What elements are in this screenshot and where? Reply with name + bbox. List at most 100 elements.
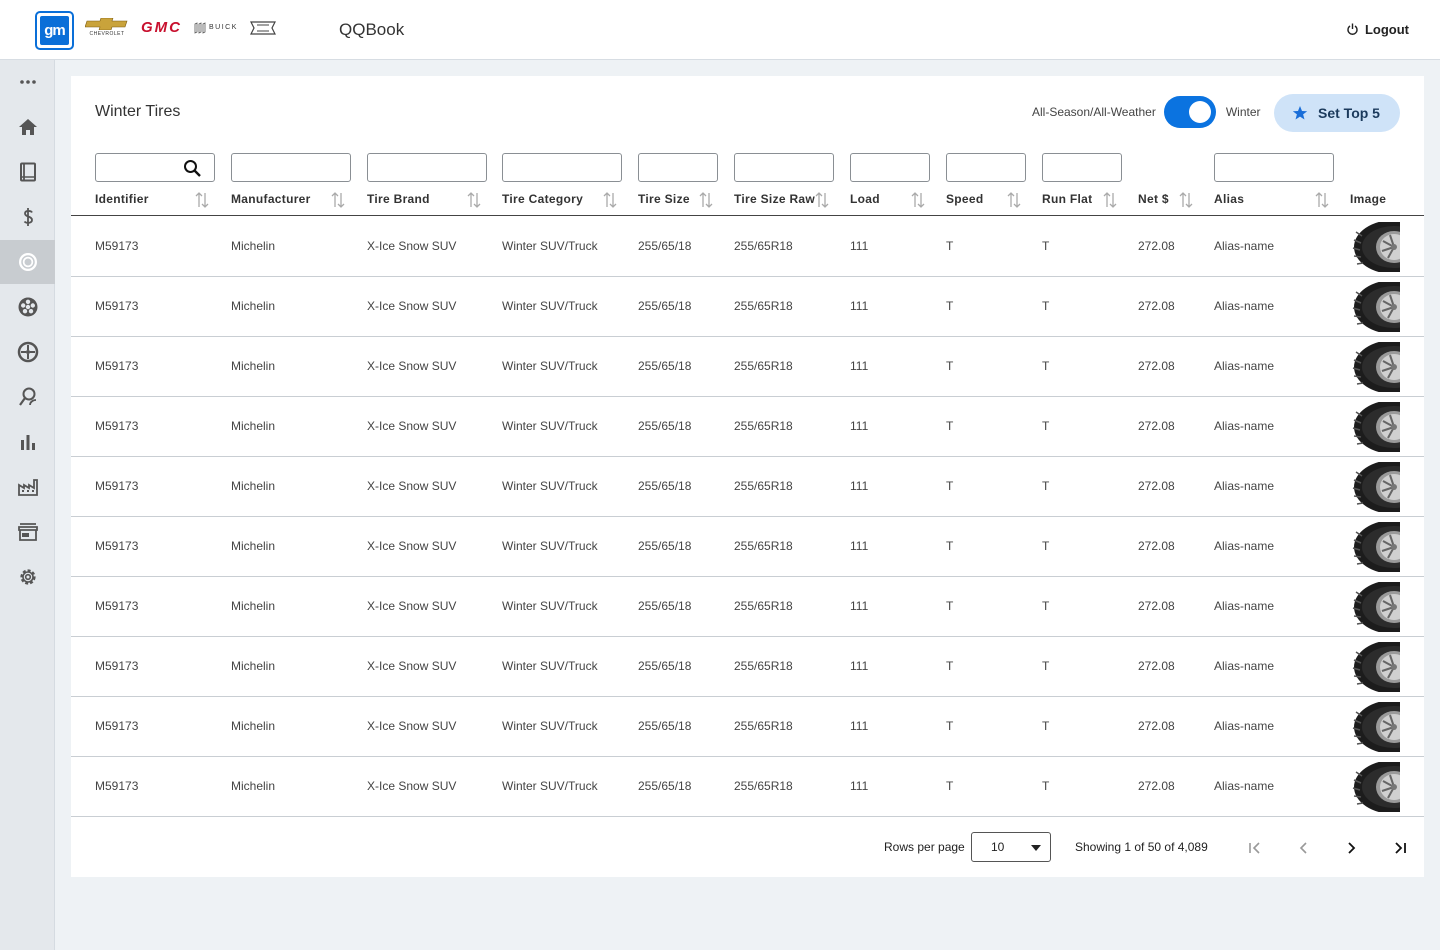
tire-thumbnail[interactable] (1350, 402, 1400, 452)
first-page-button[interactable] (1243, 836, 1267, 860)
cell-size-raw: 255/65R18 (734, 599, 793, 613)
toggle-label-winter: Winter (1225, 105, 1261, 119)
filter-speed-input[interactable] (946, 153, 1026, 182)
row-divider (71, 576, 1424, 577)
sidebar-item-book[interactable] (0, 150, 55, 194)
column-header-brand[interactable]: Tire Brand (367, 192, 430, 206)
cell-category: Winter SUV/Truck (502, 419, 598, 433)
cell-speed: T (946, 299, 954, 313)
cell-size-raw: 255/65R18 (734, 779, 793, 793)
cell-run-flat: T (1042, 719, 1050, 733)
sort-icon[interactable] (1007, 191, 1021, 209)
filter-brand-input[interactable] (367, 153, 487, 182)
sidebar-item-pricing[interactable] (0, 195, 55, 239)
sort-icon[interactable] (815, 191, 829, 209)
sidebar-item-wheels[interactable] (0, 285, 55, 329)
column-header-run-flat[interactable]: Run Flat (1042, 192, 1092, 206)
filter-category-input[interactable] (502, 153, 622, 182)
column-header-size-raw[interactable]: Tire Size Raw (734, 192, 815, 206)
row-divider (71, 396, 1424, 397)
sort-icon[interactable] (1179, 191, 1193, 209)
filter-run-flat-input[interactable] (1042, 153, 1122, 182)
previous-page-button[interactable] (1292, 836, 1316, 860)
column-header-alias[interactable]: Alias (1214, 192, 1244, 206)
cell-speed: T (946, 539, 954, 553)
sort-icon[interactable] (603, 191, 617, 209)
column-header-category[interactable]: Tire Category (502, 192, 583, 206)
cell-brand: X-Ice Snow SUV (367, 479, 457, 493)
more-icon (19, 80, 36, 84)
sort-icon[interactable] (1103, 191, 1117, 209)
filter-identifier-input[interactable] (95, 153, 215, 182)
sidebar-item-rims[interactable] (0, 330, 55, 374)
cell-alias: Alias-name (1214, 599, 1275, 613)
chevrolet-wordmark: CHEVROLET (89, 31, 125, 37)
cell-manufacturer: Michelin (231, 299, 276, 313)
sort-icon[interactable] (699, 191, 713, 209)
tire-thumbnail[interactable] (1350, 702, 1400, 752)
next-page-button[interactable] (1339, 836, 1363, 860)
tire-image-icon (1350, 282, 1400, 332)
row-divider (71, 336, 1424, 337)
sidebar-item-reports[interactable] (0, 420, 55, 464)
sidebar-item-factory[interactable] (0, 465, 55, 509)
column-header-size[interactable]: Tire Size (638, 192, 690, 206)
sidebar-item-tires[interactable] (0, 240, 55, 284)
sidebar-item-more[interactable] (0, 60, 55, 104)
sort-icon[interactable] (911, 191, 925, 209)
column-header-speed[interactable]: Speed (946, 192, 984, 206)
sidebar-item-store[interactable] (0, 510, 55, 554)
gmc-logo: GMC (141, 19, 182, 36)
sidebar-item-settings[interactable] (0, 555, 55, 599)
brand-logos: CHEVROLET GMC BUICK (85, 18, 276, 37)
search-icon (184, 160, 201, 177)
sidebar-item-search-user[interactable] (0, 375, 55, 419)
cell-size: 255/65/18 (638, 599, 692, 613)
column-header-identifier[interactable]: Identifier (95, 192, 149, 206)
cell-size: 255/65/18 (638, 539, 692, 553)
cell-manufacturer: Michelin (231, 539, 276, 553)
cell-manufacturer: Michelin (231, 659, 276, 673)
row-divider (71, 456, 1424, 457)
tire-thumbnail[interactable] (1350, 582, 1400, 632)
column-header-net[interactable]: Net $ (1138, 192, 1169, 206)
filter-manufacturer-input[interactable] (231, 153, 351, 182)
column-header-manufacturer[interactable]: Manufacturer (231, 192, 311, 206)
tire-thumbnail[interactable] (1350, 762, 1400, 812)
cell-category: Winter SUV/Truck (502, 779, 598, 793)
cell-identifier: M59173 (95, 299, 139, 313)
rows-per-page-select[interactable]: 10 (971, 832, 1051, 862)
column-header-load[interactable]: Load (850, 192, 880, 206)
tires-card: Winter Tires All-Season/All-Weather Wint… (71, 76, 1424, 877)
sort-icon[interactable] (195, 191, 209, 209)
sort-icon[interactable] (467, 191, 481, 209)
sort-icon[interactable] (1315, 191, 1329, 209)
cell-identifier: M59173 (95, 779, 139, 793)
set-top-5-button[interactable]: Set Top 5 (1274, 94, 1400, 132)
store-icon (17, 523, 38, 541)
sidebar-item-home[interactable] (0, 105, 55, 149)
last-page-button[interactable] (1388, 836, 1412, 860)
tire-thumbnail[interactable] (1350, 222, 1400, 272)
tire-thumbnail[interactable] (1350, 342, 1400, 392)
tire-thumbnail[interactable] (1350, 642, 1400, 692)
filter-alias-input[interactable] (1214, 153, 1334, 182)
sort-icon[interactable] (331, 191, 345, 209)
tire-thumbnail[interactable] (1350, 522, 1400, 572)
cell-identifier: M59173 (95, 359, 139, 373)
cell-identifier: M59173 (95, 719, 139, 733)
filter-load-input[interactable] (850, 153, 930, 182)
filter-size-input[interactable] (638, 153, 718, 182)
tire-thumbnail[interactable] (1350, 282, 1400, 332)
cell-alias: Alias-name (1214, 659, 1275, 673)
gm-logo: gm (35, 11, 74, 50)
app-title: QQBook (339, 20, 405, 39)
filter-size-raw-input[interactable] (734, 153, 834, 182)
buick-wordmark: BUICK (209, 24, 238, 31)
cell-identifier: M59173 (95, 239, 139, 253)
season-toggle[interactable] (1163, 96, 1216, 128)
toggle-label-all-season: All-Season/All-Weather (1032, 105, 1156, 119)
tire-thumbnail[interactable] (1350, 462, 1400, 512)
cell-manufacturer: Michelin (231, 599, 276, 613)
logout-button[interactable]: Logout (1346, 22, 1409, 37)
